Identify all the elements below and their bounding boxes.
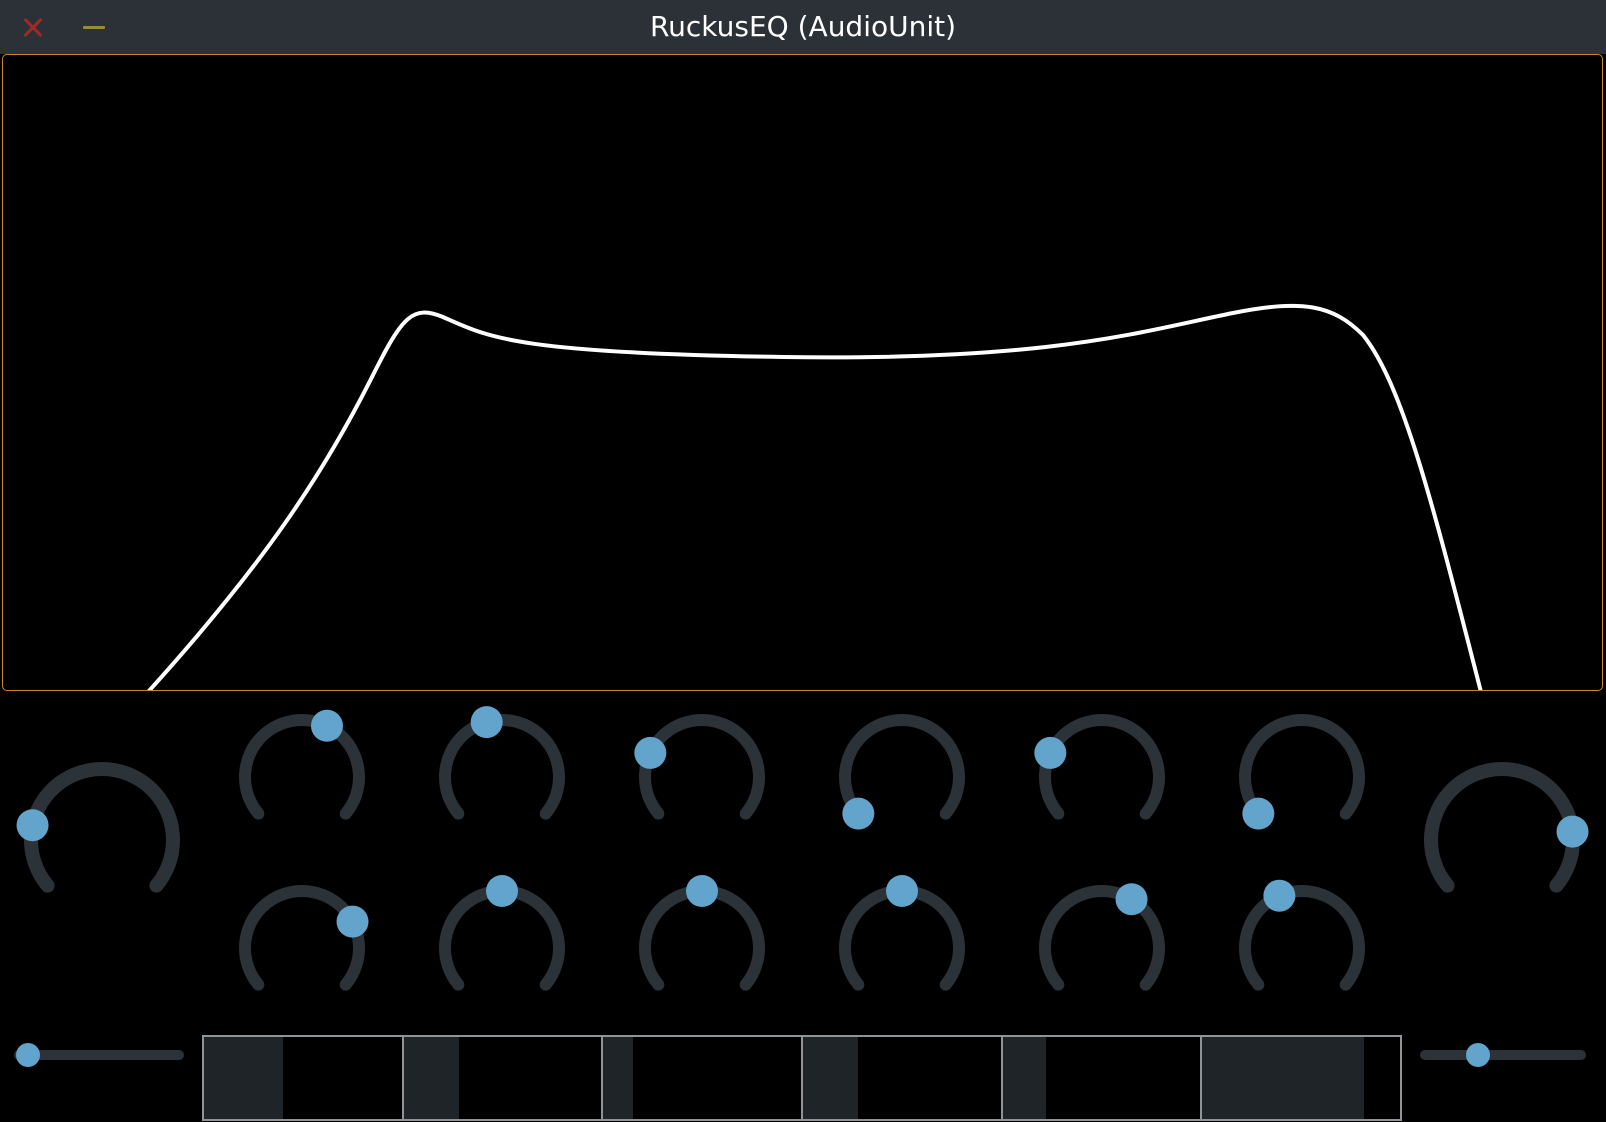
knob-top-2[interactable] xyxy=(423,698,581,856)
knob-bottom-4[interactable] xyxy=(823,869,981,1027)
window-title: RuckusEQ (AudioUnit) xyxy=(649,10,957,43)
meter-fill xyxy=(1002,1037,1047,1119)
slider-thumb[interactable] xyxy=(15,1043,40,1067)
knob-thumb[interactable] xyxy=(1115,883,1148,916)
slider-track xyxy=(1420,1050,1586,1060)
meter-fill xyxy=(603,1037,633,1119)
minimize-icon[interactable] xyxy=(80,12,110,42)
close-icon[interactable] xyxy=(18,12,48,42)
knob-track xyxy=(239,885,365,991)
knob-top-6[interactable] xyxy=(1223,698,1381,856)
meter-fill xyxy=(204,1037,284,1119)
knob-track xyxy=(1039,714,1165,820)
band-meter-2[interactable] xyxy=(403,1037,604,1119)
knob-bottom-1[interactable] xyxy=(223,869,381,1027)
knob-thumb[interactable] xyxy=(1556,815,1589,848)
knob-thumb[interactable] xyxy=(486,875,518,907)
meter-fill xyxy=(403,1037,460,1119)
eq-response-display[interactable] xyxy=(2,54,1603,691)
meter-fill xyxy=(1202,1037,1365,1119)
knob-top-1[interactable] xyxy=(223,698,381,856)
meter-fill xyxy=(803,1037,859,1119)
band-meter-1[interactable] xyxy=(204,1037,404,1119)
left-slider[interactable] xyxy=(14,1042,184,1067)
eq-response-graph xyxy=(147,303,1483,690)
knob-left-large[interactable] xyxy=(9,747,195,933)
knob-thumb[interactable] xyxy=(336,905,369,938)
knob-thumb[interactable] xyxy=(886,875,918,907)
band-meter-6[interactable] xyxy=(1202,1037,1400,1119)
slider-thumb[interactable] xyxy=(1466,1043,1491,1067)
knob-track xyxy=(1424,762,1580,893)
knob-right-large[interactable] xyxy=(1409,747,1595,933)
knob-thumb[interactable] xyxy=(1263,879,1296,912)
knob-thumb[interactable] xyxy=(1242,797,1275,830)
knob-top-4[interactable] xyxy=(823,698,981,856)
title-bar: RuckusEQ (AudioUnit) xyxy=(0,0,1606,54)
band-meters xyxy=(202,1035,1402,1121)
knob-thumb[interactable] xyxy=(1034,736,1067,769)
knob-track xyxy=(1239,885,1365,991)
knob-track xyxy=(639,714,765,820)
band-meter-3[interactable] xyxy=(603,1037,804,1119)
knob-thumb[interactable] xyxy=(842,797,875,830)
knob-thumb[interactable] xyxy=(310,709,343,742)
knob-track xyxy=(239,714,365,820)
knob-bottom-6[interactable] xyxy=(1223,869,1381,1027)
right-slider[interactable] xyxy=(1420,1042,1586,1067)
knob-track xyxy=(24,762,180,893)
knob-bottom-5[interactable] xyxy=(1023,869,1181,1027)
knob-top-5[interactable] xyxy=(1023,698,1181,856)
eq-response-curve xyxy=(147,303,1483,690)
knob-track xyxy=(439,714,565,820)
knob-bottom-2[interactable] xyxy=(423,869,581,1027)
band-meter-5[interactable] xyxy=(1002,1037,1203,1119)
band-meter-4[interactable] xyxy=(803,1037,1003,1119)
knob-thumb[interactable] xyxy=(686,875,718,907)
knob-thumb[interactable] xyxy=(634,736,667,769)
knob-thumb[interactable] xyxy=(470,706,503,739)
knob-bottom-3[interactable] xyxy=(623,869,781,1027)
knob-thumb[interactable] xyxy=(16,809,49,842)
knob-top-3[interactable] xyxy=(623,698,781,856)
